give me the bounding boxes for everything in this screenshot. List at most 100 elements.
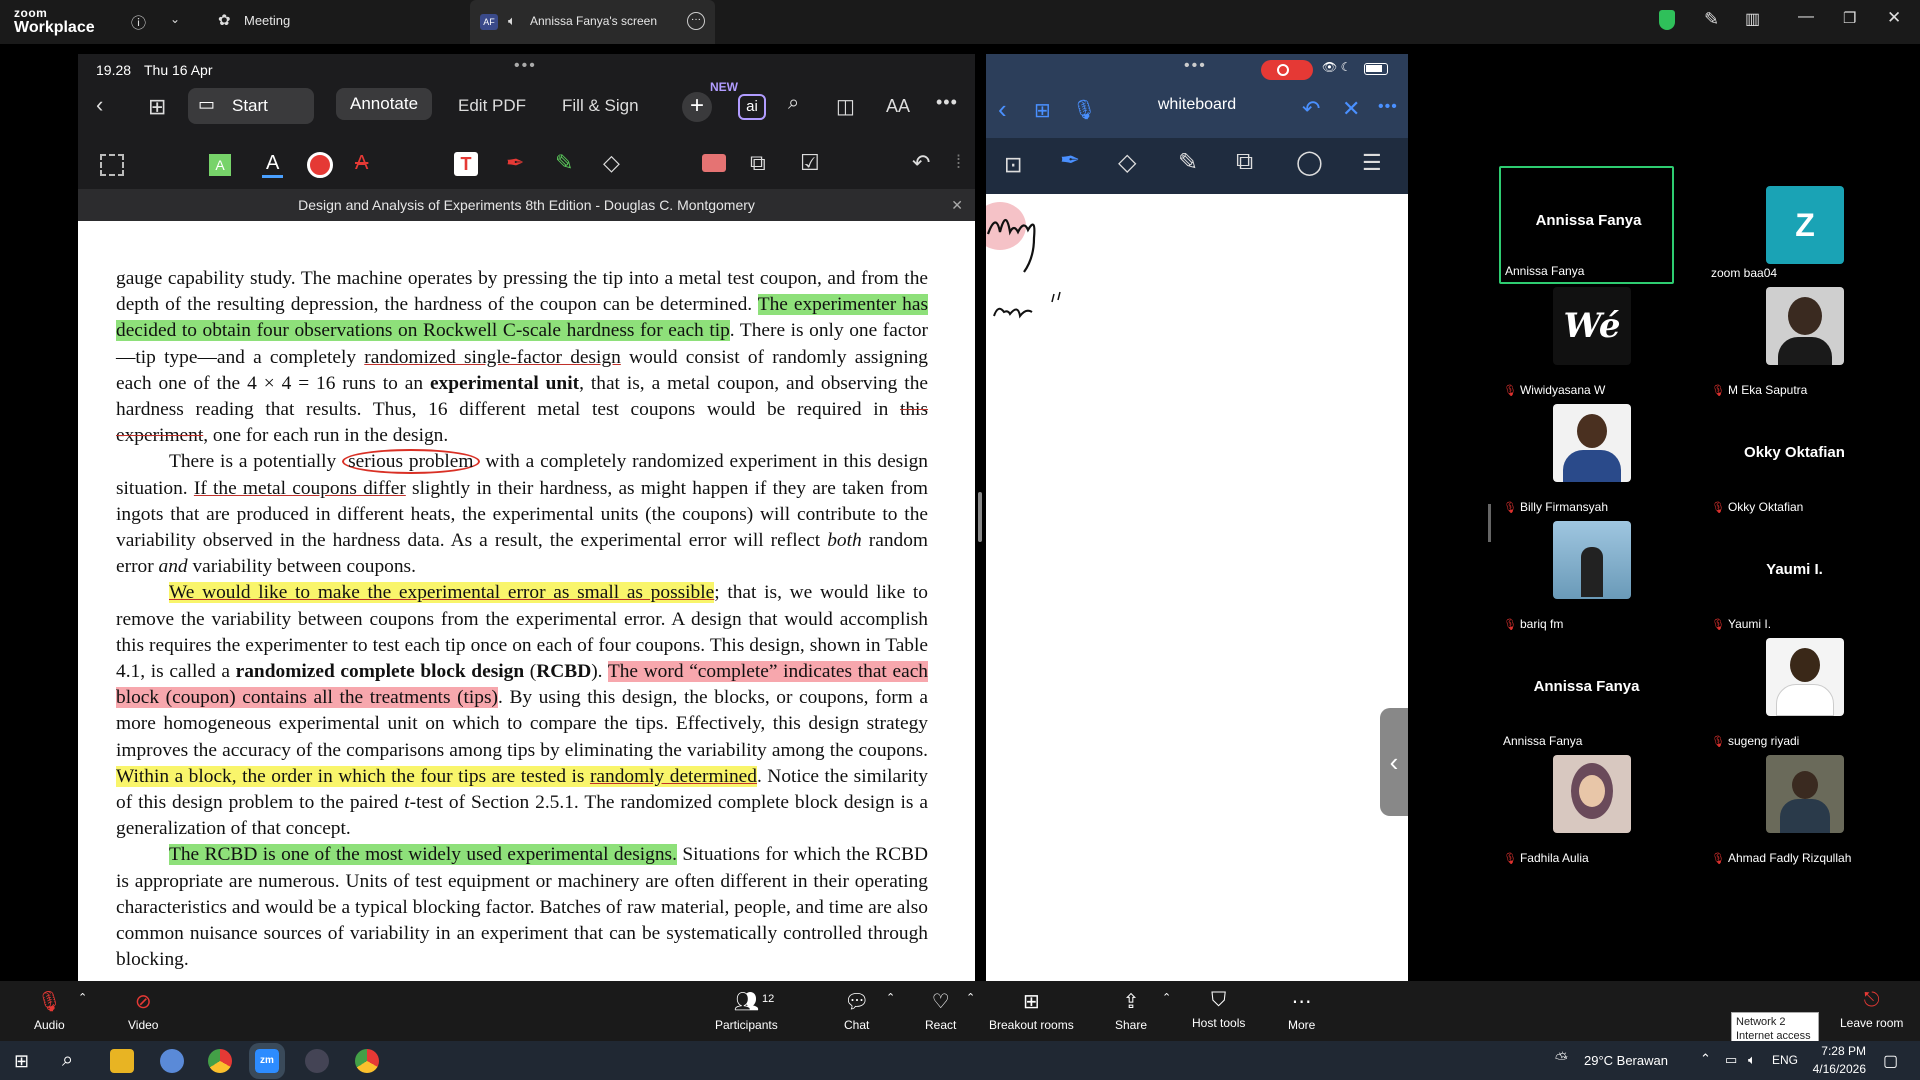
eraser-tool-icon[interactable]: ◇ (603, 150, 620, 176)
undo-icon[interactable]: ↶ (1302, 96, 1320, 122)
notifications-icon[interactable]: ▢ (1883, 1051, 1898, 1071)
participant-tile[interactable]: 🎙︎ Ahmad Fadly Rizqullah (1707, 751, 1882, 869)
participant-name: Annissa Fanya (1503, 734, 1583, 748)
gallery-resize-handle[interactable] (1488, 504, 1491, 542)
shapes-tool-icon[interactable]: ⧉ (750, 150, 766, 176)
comment-tool-icon[interactable] (702, 154, 726, 172)
react-button[interactable]: ♡ React (925, 989, 956, 1032)
whiteboard-canvas[interactable] (986, 194, 1408, 981)
screen-share-tab[interactable]: AF 🔈︎ Annissa Fanya's screen ··· (470, 0, 715, 44)
video-button[interactable]: ⊘ Video (128, 989, 158, 1032)
clock-date[interactable]: 4/16/2026 (1808, 1062, 1866, 1076)
stamp-tool-icon[interactable]: ☑ (800, 150, 820, 176)
ai-assistant-icon[interactable]: ai (738, 94, 766, 120)
leave-room-button[interactable]: ⎋ Leave room (1840, 989, 1903, 1030)
color-picker-icon[interactable] (307, 152, 333, 178)
back-chevron-icon[interactable]: ‹ (96, 92, 103, 118)
chevron-down-icon[interactable]: ⌄ (170, 12, 180, 26)
multitask-dots-icon[interactable]: ••• (1184, 57, 1207, 75)
chat-button[interactable]: 💬︎ Chat (844, 989, 869, 1032)
shapes-icon[interactable]: ⧉ (1236, 148, 1253, 176)
drag-handle-icon[interactable]: ⁞ (956, 152, 961, 173)
paragraph-4: The RCBD is one of the most widely used … (116, 844, 928, 971)
participant-tile[interactable]: Yaumi I. 🎙︎ Yaumi I. (1707, 517, 1882, 635)
participant-tile[interactable]: Wé 🎙︎ Wiwidyasana W (1499, 283, 1674, 401)
share-options-chevron-icon[interactable]: ⌃ (1162, 991, 1171, 1004)
participant-tile[interactable]: 🎙︎ M Eka Saputra (1707, 283, 1882, 401)
participant-tile[interactable]: 🎙︎ Billy Firmansyah (1499, 400, 1674, 518)
search-icon[interactable]: ⌕ (788, 92, 799, 115)
search-icon[interactable]: ⌕ (62, 1049, 73, 1072)
multitask-dots-icon[interactable]: ••• (514, 57, 537, 75)
tab-edit-pdf[interactable]: Edit PDF (458, 96, 526, 116)
volume-icon[interactable]: 🔈︎ (1748, 1052, 1756, 1068)
layout-icon[interactable]: ▥ (1745, 9, 1760, 29)
edit-pen-icon[interactable]: ✎ (1704, 9, 1719, 30)
host-tools-button[interactable]: ⛉ Host tools (1192, 989, 1245, 1030)
more-icon[interactable]: ••• (936, 92, 958, 113)
windows-start-icon[interactable]: ⊞ (14, 1051, 29, 1072)
document-title-bar: Design and Analysis of Experiments 8th E… (78, 189, 975, 221)
pen-tool-icon[interactable]: ✒ (506, 150, 524, 176)
more-options-icon[interactable]: ··· (687, 12, 705, 30)
selection-tool-icon[interactable] (100, 154, 124, 176)
audio-button[interactable]: 🎙︎ Audio (34, 989, 65, 1032)
close-icon[interactable]: ✕ (1342, 96, 1360, 122)
add-icon[interactable]: + (682, 92, 712, 122)
side-panel-handle[interactable]: ‹ (1380, 708, 1408, 816)
participant-tile[interactable]: 🎙︎ Fadhila Aulia (1499, 751, 1674, 869)
highlighter-icon[interactable]: ✎ (1178, 148, 1198, 177)
highlight-tool-icon[interactable]: A (209, 154, 231, 176)
participant-tile[interactable]: Annissa Fanya Annissa Fanya (1499, 634, 1674, 752)
weather-text[interactable]: 29°C Berawan (1584, 1053, 1668, 1068)
zoom-app-icon[interactable]: zm (249, 1043, 285, 1079)
avatar-photo (1766, 638, 1844, 716)
share-button[interactable]: ⇪ Share (1115, 989, 1147, 1032)
more-button[interactable]: ⋯ More (1288, 989, 1315, 1032)
show-hidden-icons-icon[interactable]: ⌃ (1700, 1051, 1711, 1067)
participant-tile[interactable]: 🎙︎ bariq fm (1499, 517, 1674, 635)
text-box-tool-icon[interactable]: T (454, 152, 478, 176)
text-underline-tool-icon[interactable]: A (262, 152, 284, 178)
restore-icon[interactable]: ❐ (1843, 9, 1856, 27)
language-indicator[interactable]: ENG (1772, 1053, 1798, 1067)
participant-tile[interactable]: Annissa Fanya Annissa Fanya (1499, 166, 1674, 284)
network-icon[interactable]: ▭ (1725, 1052, 1737, 1068)
start-button[interactable]: ▭ Start (188, 88, 314, 124)
more-icon[interactable]: ••• (1378, 98, 1398, 116)
chat-options-chevron-icon[interactable]: ⌃ (886, 991, 895, 1004)
shield-icon[interactable] (1659, 10, 1675, 30)
file-explorer-icon[interactable] (110, 1049, 134, 1073)
close-icon[interactable]: ✕ (1887, 8, 1901, 28)
insert-image-icon[interactable]: ⊡ (1004, 152, 1022, 178)
undo-icon[interactable]: ↶ (912, 150, 930, 176)
strikethrough-tool-icon[interactable]: A (355, 152, 368, 175)
react-options-chevron-icon[interactable]: ⌃ (966, 991, 975, 1004)
participant-tile[interactable]: Z zoom baa04 (1707, 166, 1882, 284)
participant-tile[interactable]: 🎙︎ sugeng riyadi (1707, 634, 1882, 752)
obs-icon[interactable] (305, 1049, 329, 1073)
highlighter-tool-icon[interactable]: ✎ (555, 150, 573, 176)
eraser-icon[interactable]: ◇ (1118, 148, 1136, 177)
settings-slider-icon[interactable]: ☰ (1362, 150, 1382, 176)
clock-time[interactable]: 7:28 PM (1812, 1044, 1866, 1058)
pen-icon[interactable]: ✒ (1060, 146, 1080, 175)
minimize-icon[interactable]: — (1798, 8, 1814, 26)
meeting-label[interactable]: Meeting (244, 13, 290, 28)
info-icon[interactable]: ⓘ (131, 12, 146, 33)
tab-annotate[interactable]: Annotate (336, 88, 433, 120)
chrome-icon[interactable] (355, 1049, 379, 1073)
reading-mode-icon[interactable]: ◫ (836, 94, 855, 119)
font-size-button[interactable]: AA (886, 96, 910, 117)
app-icon[interactable] (160, 1049, 184, 1073)
split-view-divider[interactable] (978, 492, 982, 542)
breakout-rooms-button[interactable]: ⊞ Breakout rooms (989, 989, 1074, 1032)
tab-fill-sign[interactable]: Fill & Sign (562, 96, 639, 116)
recording-indicator[interactable] (1261, 60, 1313, 80)
grid-icon[interactable]: ⊞ (148, 94, 166, 120)
chrome-icon[interactable] (208, 1049, 232, 1073)
lasso-icon[interactable]: ◯ (1296, 148, 1323, 177)
participant-tile[interactable]: Okky Oktafian 🎙︎ Okky Oktafian (1707, 400, 1882, 518)
audio-options-chevron-icon[interactable]: ⌃ (78, 991, 87, 1004)
close-title-icon[interactable]: ✕ (951, 189, 963, 221)
